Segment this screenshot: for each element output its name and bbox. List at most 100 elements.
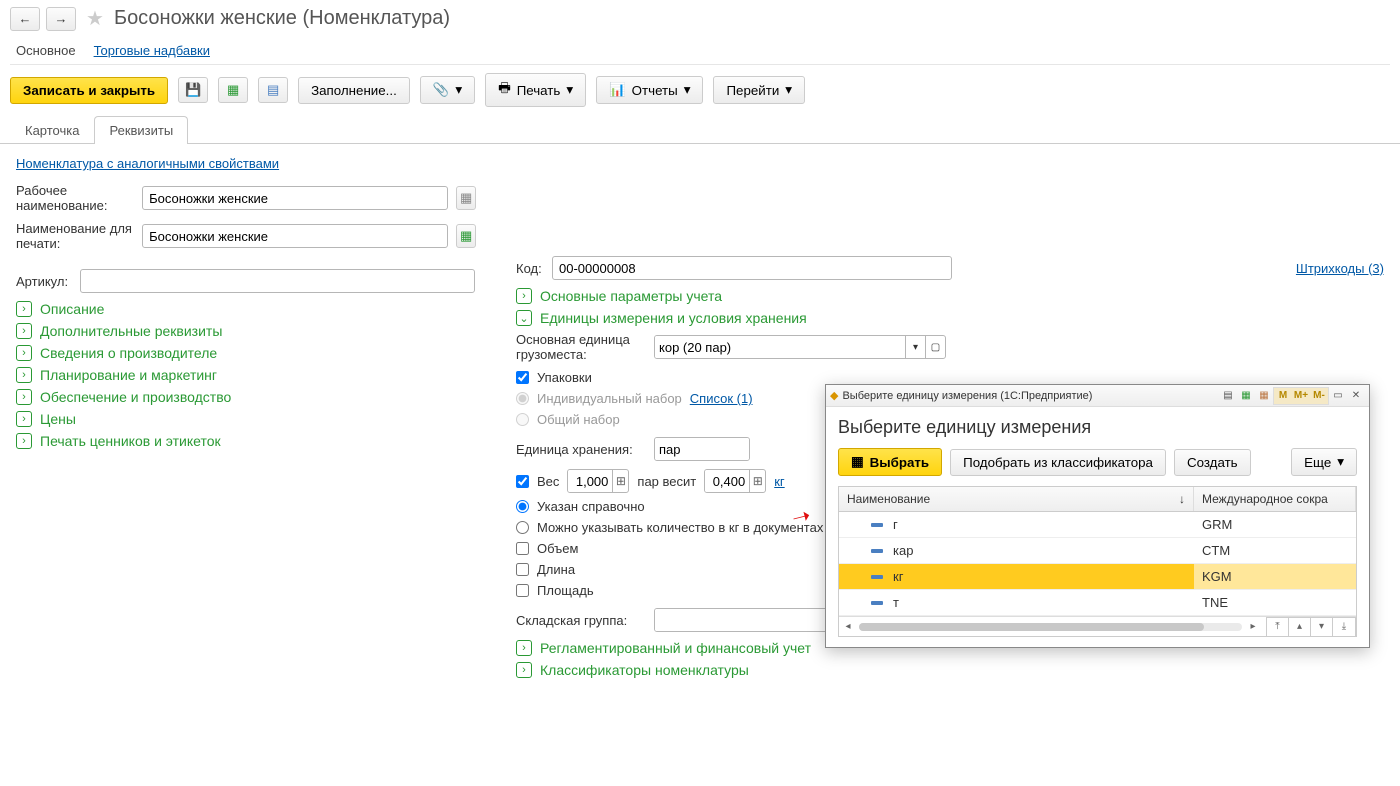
toolbar: Записать и закрыть 💾 ▦ ▤ Заполнение... 📎…: [0, 65, 1400, 115]
table-row[interactable]: кгKGM: [839, 564, 1356, 590]
nav-last[interactable]: ⤓: [1333, 618, 1355, 636]
maximize-icon[interactable]: ▭: [1329, 388, 1347, 404]
list-link[interactable]: Список (1): [690, 391, 753, 406]
unit-name: кг: [893, 569, 903, 584]
reports-button[interactable]: 📊Отчеты▾: [596, 76, 703, 104]
storage-unit-combo[interactable]: …: [654, 437, 750, 461]
section-desc[interactable]: ›Описание: [16, 301, 476, 317]
clip-icon: 📎: [433, 82, 450, 98]
weight-checkbox[interactable]: [516, 475, 529, 488]
unit-name: г: [893, 517, 898, 532]
close-icon[interactable]: ✕: [1347, 388, 1365, 404]
chevron-down-icon[interactable]: ▾: [905, 336, 925, 358]
unit-icon: [871, 601, 883, 605]
mminus-button[interactable]: M-: [1310, 388, 1328, 404]
attach-button[interactable]: 📎▾: [420, 76, 475, 104]
nav-first[interactable]: ⤒: [1267, 618, 1289, 636]
can-qty-kg-radio[interactable]: [516, 521, 529, 534]
section-plan[interactable]: ›Планирование и маркетинг: [16, 367, 476, 383]
chevron-right-icon: ›: [16, 323, 32, 339]
fill-button[interactable]: Заполнение...: [298, 77, 410, 104]
warehouse-group-combo[interactable]: [654, 608, 854, 632]
open-icon[interactable]: ▢: [925, 336, 945, 358]
section-classifiers[interactable]: ›Классификаторы номенклатуры: [516, 662, 1384, 678]
table-row[interactable]: т TNE: [839, 590, 1356, 616]
warehouse-group-input[interactable]: [655, 609, 853, 631]
section-print-tags[interactable]: ›Печать ценников и этикеток: [16, 433, 476, 449]
subnav-main[interactable]: Основное: [16, 43, 76, 58]
list-button[interactable]: ▤: [258, 77, 288, 103]
scroll-right-icon[interactable]: ▸: [1244, 621, 1262, 632]
table-icon[interactable]: ▦: [1237, 388, 1255, 404]
main-unit-combo[interactable]: ▾ ▢: [654, 335, 946, 359]
copy-down-button[interactable]: ▦: [456, 186, 476, 210]
section-extra[interactable]: ›Дополнительные реквизиты: [16, 323, 476, 339]
length-checkbox[interactable]: [516, 563, 529, 576]
unit-intl: GRM: [1202, 517, 1232, 532]
copy-up-button[interactable]: ▦: [456, 224, 476, 248]
section-units-storage[interactable]: ⌄Единицы измерения и условия хранения: [516, 310, 1384, 326]
weight-qty-input[interactable]: [568, 470, 612, 492]
print-button[interactable]: 🖶Печать▾: [485, 73, 586, 107]
goto-button[interactable]: Перейти▾: [713, 76, 805, 104]
nav-up[interactable]: ▴: [1289, 618, 1311, 636]
work-name-input[interactable]: [142, 186, 448, 210]
subnav-markup[interactable]: Торговые надбавки: [94, 43, 210, 58]
article-label: Артикул:: [16, 274, 72, 289]
section-prices[interactable]: ›Цены: [16, 411, 476, 427]
print-name-input[interactable]: [142, 224, 448, 248]
table-row[interactable]: г GRM: [839, 512, 1356, 538]
m-button[interactable]: M: [1274, 388, 1292, 404]
modal-titlebar: ◆ Выберите единицу измерения (1С:Предпри…: [826, 385, 1369, 407]
unit-intl: TNE: [1202, 595, 1228, 610]
calculator-icon[interactable]: ⊞: [612, 470, 628, 492]
mplus-button[interactable]: M+: [1292, 388, 1310, 404]
printer-icon: 🖶: [498, 79, 511, 101]
section-main-params[interactable]: ›Основные параметры учета: [516, 288, 1384, 304]
weight-unit-link[interactable]: кг: [774, 474, 784, 489]
storage-unit-input[interactable]: [655, 438, 750, 460]
pick-classifier-button[interactable]: Подобрать из классификатора: [950, 449, 1166, 476]
nav-forward-button[interactable]: →: [46, 7, 76, 31]
unit-icon: [871, 575, 883, 579]
chart-icon: 📊: [609, 82, 626, 98]
more-button[interactable]: Еще▾: [1291, 448, 1357, 476]
column-intl[interactable]: Международное сокра: [1194, 487, 1356, 511]
article-input[interactable]: [80, 269, 475, 293]
doc-icon[interactable]: ▤: [1219, 388, 1237, 404]
tab-card[interactable]: Карточка: [10, 116, 94, 144]
tag-icon: ▦: [227, 82, 239, 98]
nav-back-button[interactable]: ←: [10, 7, 40, 31]
weight-val-input[interactable]: [705, 470, 749, 492]
ref-specified-radio[interactable]: [516, 500, 529, 513]
tab-props[interactable]: Реквизиты: [94, 116, 188, 144]
create-button[interactable]: Создать: [1174, 449, 1251, 476]
nav-down[interactable]: ▾: [1311, 618, 1333, 636]
horizontal-scrollbar[interactable]: ◂ ▸ ⤒ ▴ ▾ ⤓: [839, 616, 1356, 636]
page-title: Босоножки женские (Номенклатура): [114, 7, 450, 30]
table-row[interactable]: карCTM: [839, 538, 1356, 564]
calculator-icon[interactable]: ⊞: [749, 470, 765, 492]
weight-qty-combo[interactable]: ⊞: [567, 469, 629, 493]
column-name[interactable]: Наименование↓: [839, 487, 1194, 511]
save-button[interactable]: 💾: [178, 77, 208, 103]
save-close-button[interactable]: Записать и закрыть: [10, 77, 168, 104]
similar-link[interactable]: Номенклатура с аналогичными свойствами: [16, 156, 279, 171]
code-input[interactable]: [552, 256, 952, 280]
section-supply[interactable]: ›Обеспечение и производство: [16, 389, 476, 405]
area-checkbox[interactable]: [516, 584, 529, 597]
chevron-right-icon: ›: [516, 640, 532, 656]
main-unit-input[interactable]: [655, 336, 905, 358]
warehouse-group-label: Складская группа:: [516, 613, 646, 628]
star-icon[interactable]: ★: [86, 6, 104, 31]
scroll-left-icon[interactable]: ◂: [839, 621, 857, 632]
calendar-icon[interactable]: ▦: [1255, 388, 1273, 404]
packs-checkbox[interactable]: [516, 371, 529, 384]
tag-button[interactable]: ▦: [218, 77, 248, 103]
select-button[interactable]: ▦Выбрать: [838, 448, 942, 476]
section-manuf[interactable]: ›Сведения о производителе: [16, 345, 476, 361]
weight-val-combo[interactable]: ⊞: [704, 469, 766, 493]
unit-name: т: [893, 595, 899, 610]
barcodes-link[interactable]: Штрихкоды (3): [1296, 261, 1384, 276]
volume-checkbox[interactable]: [516, 542, 529, 555]
